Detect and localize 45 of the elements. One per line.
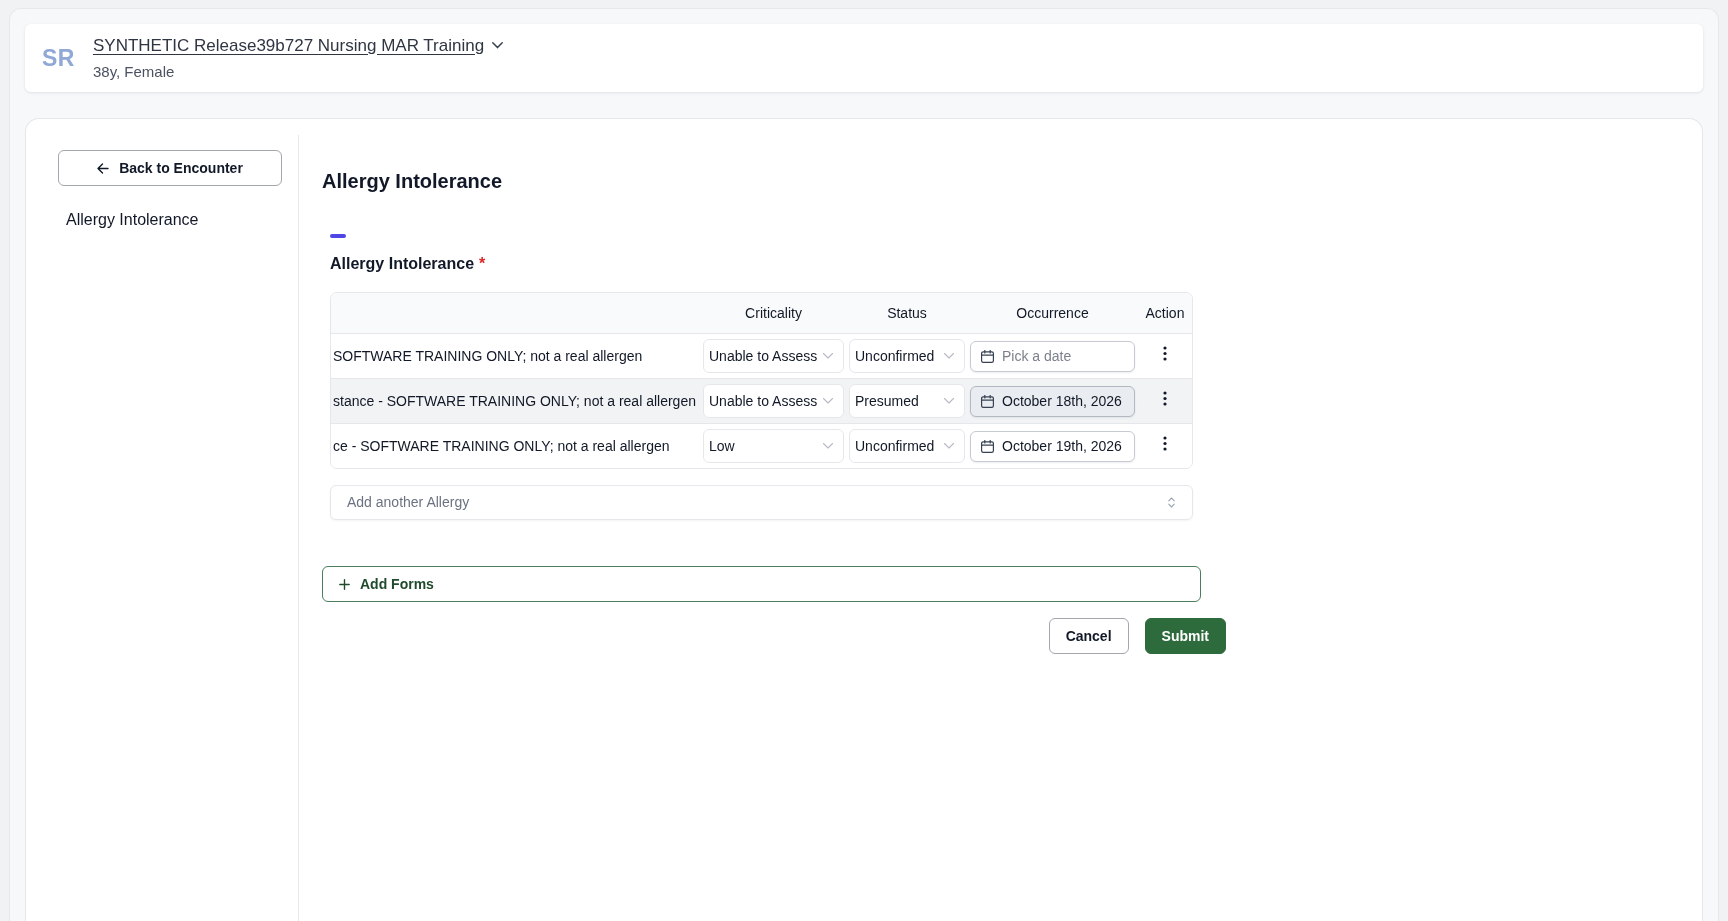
column-header: Criticality [744, 303, 803, 323]
calendar-icon [981, 349, 994, 363]
form-title: Allergy Intolerance [322, 169, 503, 193]
chevron-down-icon [944, 353, 954, 359]
calendar-icon [981, 439, 994, 453]
required-mark: * [479, 254, 486, 274]
chevron-down-icon [944, 398, 954, 404]
sidebar-item[interactable]: Allergy Intolerance [66, 208, 199, 232]
patient-name-link[interactable]: SYNTHETIC Release39b727 Nursing MAR Training [92, 32, 485, 58]
allergen-text: SOFTWARE TRAINING ONLY; not a real allergen [332, 346, 644, 366]
back-button[interactable]: Back to Encounter [58, 150, 282, 186]
add-forms-button[interactable]: Add Forms [322, 566, 1201, 602]
patient-initials: SR [42, 43, 75, 73]
date-field[interactable]: Pick a date [970, 340, 1135, 372]
allergy-search-field[interactable]: Add another Allergy [330, 485, 1193, 520]
kebab-menu-icon [1163, 390, 1167, 406]
criticality-select[interactable]: Low [703, 429, 844, 463]
submit-button[interactable]: Submit [1144, 618, 1226, 654]
chevron-up-down-icon [1168, 497, 1175, 508]
section-label: Allergy Intolerance [330, 254, 475, 274]
chevron-down-icon [492, 41, 504, 49]
column-header: Status [886, 303, 928, 323]
chevron-down-icon [944, 443, 954, 449]
status-select[interactable]: Unconfirmed [849, 339, 965, 373]
kebab-menu-icon [1163, 345, 1167, 361]
kebab-menu-icon [1163, 435, 1167, 451]
criticality-select[interactable]: Unable to Assess [703, 384, 844, 418]
accent-bar [330, 234, 346, 238]
status-select[interactable]: Unconfirmed [849, 429, 965, 463]
allergen-text: stance - SOFTWARE TRAINING ONLY; not a real allergen [332, 391, 697, 411]
column-header: Action [1144, 303, 1186, 323]
date-field[interactable]: October 18th, 2026 [970, 385, 1135, 417]
criticality-select[interactable]: Unable to Assess [703, 339, 844, 373]
cancel-button[interactable]: Cancel [1048, 618, 1129, 654]
chevron-down-icon [823, 443, 833, 449]
arrow-left-icon [97, 162, 110, 174]
column-header: Occurrence [1015, 303, 1090, 323]
patient-details: 38y, Female [92, 62, 176, 82]
allergen-text: ce - SOFTWARE TRAINING ONLY; not a real allergen [332, 436, 671, 456]
plus-icon [339, 578, 350, 590]
date-field[interactable]: October 19th, 2026 [970, 430, 1135, 462]
chevron-down-icon [823, 398, 833, 404]
chevron-down-icon [823, 353, 833, 359]
calendar-icon [981, 394, 994, 408]
status-select[interactable]: Presumed [849, 384, 965, 418]
